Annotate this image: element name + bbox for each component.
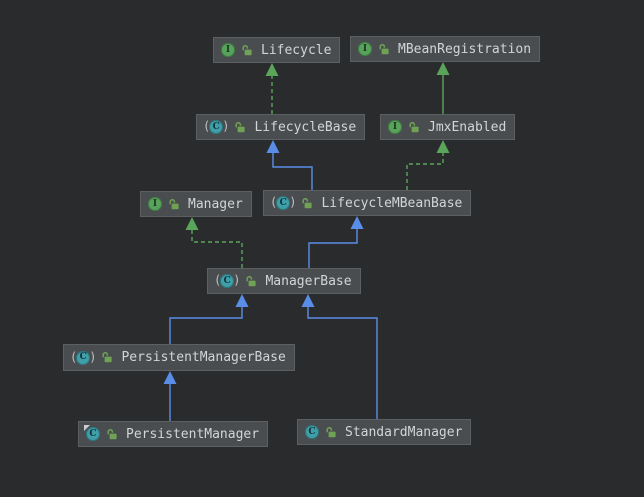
uml-node-jmx-enabled[interactable]: I JmxEnabled <box>380 114 516 140</box>
arrowhead-icon <box>266 140 280 153</box>
interface-icon: I <box>358 42 372 56</box>
uml-diagram-canvas: I Lifecycle I MBeanRegistration (C) Lifecycle… <box>0 0 644 497</box>
abstract-class-icon: (C) <box>270 195 297 210</box>
uml-node-persistent-manager-base[interactable]: (C) PersistentManagerBase <box>63 344 295 371</box>
final-class-icon: C <box>84 425 100 441</box>
class-name-label: ManagerBase <box>265 273 352 289</box>
class-name-label: PersistentManagerBase <box>121 350 286 365</box>
uml-node-manager-base[interactable]: (C) ManagerBase <box>207 268 361 294</box>
uml-node-mbean-registration[interactable]: I MBeanRegistration <box>350 36 541 62</box>
arrowhead-icon <box>185 217 199 230</box>
uml-node-persistent-manager[interactable]: C PersistentManager <box>78 421 269 447</box>
abstract-class-icon: (C) <box>203 119 230 134</box>
class-name-label: Manager <box>188 196 243 212</box>
public-visibility-lock-icon <box>325 426 337 441</box>
class-name-label: PersistentManager <box>126 426 260 442</box>
public-visibility-lock-icon <box>241 44 253 59</box>
class-name-label: JmxEnabled <box>428 119 507 135</box>
public-visibility-lock-icon <box>106 428 118 443</box>
class-name-label: Lifecycle <box>261 42 332 58</box>
class-icon: C <box>305 425 319 439</box>
edge-lifecycle-base-to-lifecycle-implements <box>265 63 279 114</box>
public-visibility-lock-icon <box>408 121 420 136</box>
abstract-class-icon: (C) <box>214 273 241 288</box>
public-visibility-lock-icon <box>301 197 313 212</box>
class-name-label: LifecycleBase <box>254 119 357 135</box>
edge-persistent-manager-base-to-manager-base-extends <box>169 294 249 344</box>
final-corner-mark-icon <box>84 425 90 431</box>
class-name-label: StandardManager <box>345 424 463 440</box>
abstract-class-icon: (C) <box>70 349 97 365</box>
edge-lifecycle-mbean-base-to-lifecycle-base-extends <box>266 140 313 190</box>
edge-standard-manager-to-manager-base-extends <box>301 294 378 419</box>
interface-icon: I <box>221 43 235 57</box>
interface-icon: I <box>148 197 162 211</box>
arrowhead-icon <box>163 371 177 384</box>
arrowhead-icon <box>301 294 315 307</box>
uml-node-standard-manager[interactable]: C StandardManager <box>297 419 472 445</box>
class-name-label: MBeanRegistration <box>398 41 532 57</box>
public-visibility-lock-icon <box>378 43 390 58</box>
edge-manager-base-to-manager-implements <box>185 217 243 268</box>
uml-node-manager[interactable]: I Manager <box>140 191 252 217</box>
edge-persistent-manager-to-persistent-manager-base-extends <box>163 371 177 421</box>
uml-node-lifecycle-base[interactable]: (C) LifecycleBase <box>196 114 366 140</box>
interface-icon: I <box>388 120 402 134</box>
public-visibility-lock-icon <box>101 351 113 366</box>
arrowhead-icon <box>235 294 249 307</box>
edge-lifecycle-mbean-base-to-jmx-enabled-implements <box>406 140 450 190</box>
arrowhead-icon <box>436 62 450 75</box>
arrowhead-icon <box>350 216 364 229</box>
edge-manager-base-to-lifecycle-mbean-base-extends <box>308 216 364 268</box>
public-visibility-lock-icon <box>245 275 257 290</box>
uml-node-lifecycle[interactable]: I Lifecycle <box>213 37 341 63</box>
class-name-label: LifecycleMBeanBase <box>321 195 463 211</box>
public-visibility-lock-icon <box>168 198 180 213</box>
arrowhead-icon <box>436 140 450 153</box>
arrowhead-icon <box>265 63 279 76</box>
uml-node-lifecycle-mbean-base[interactable]: (C) LifecycleMBeanBase <box>263 190 472 216</box>
public-visibility-lock-icon <box>234 121 246 136</box>
edge-jmx-enabled-to-mbean-registration-extends-interface <box>436 62 450 114</box>
